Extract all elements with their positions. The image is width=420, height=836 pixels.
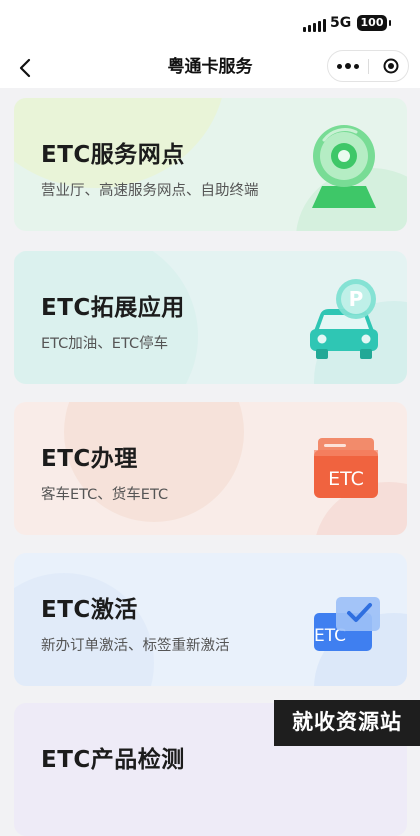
signal-icon [303,18,326,32]
etc-card-label: ETC [328,468,364,490]
etc-activate-icon: ETC [314,597,380,651]
car-parking-icon: P [310,279,378,359]
card-extended-apps[interactable]: ETC拓展应用 ETC加油、ETC停车 P [14,251,407,384]
etc-card-icon: ETC [314,438,378,498]
card-etc-activate[interactable]: ETC激活 新办订单激活、标签重新激活 ETC [14,553,407,686]
card-subtitle: 营业厅、高速服务网点、自助终端 [41,183,259,199]
card-title: ETC服务网点 [41,142,185,168]
chevron-left-icon[interactable] [12,54,40,82]
target-circle-icon[interactable] [383,58,399,74]
card-title: ETC拓展应用 [41,295,185,321]
card-title: ETC产品检测 [41,747,185,773]
nav-bar: 粤通卡服务 [0,48,420,88]
svg-text:P: P [349,287,364,311]
card-subtitle: 新办订单激活、标签重新激活 [41,638,230,654]
network-label: 5G [330,15,352,31]
card-title: ETC办理 [41,446,138,472]
watermark: 就收资源站 [274,700,420,746]
battery-icon: 100 [357,15,391,31]
capsule-divider [368,59,369,74]
more-dots-icon[interactable] [328,51,368,81]
card-subtitle: 客车ETC、货车ETC [41,487,169,503]
mini-program-capsule [327,50,409,82]
card-subtitle: ETC加油、ETC停车 [41,336,169,352]
card-title: ETC激活 [41,597,138,623]
card-service-outlets[interactable]: ETC服务网点 营业厅、高速服务网点、自助终端 [14,98,407,231]
location-pin-icon [312,125,376,208]
card-etc-apply[interactable]: ETC办理 客车ETC、货车ETC ETC [14,402,407,535]
status-bar: 5G 100 [0,0,420,48]
